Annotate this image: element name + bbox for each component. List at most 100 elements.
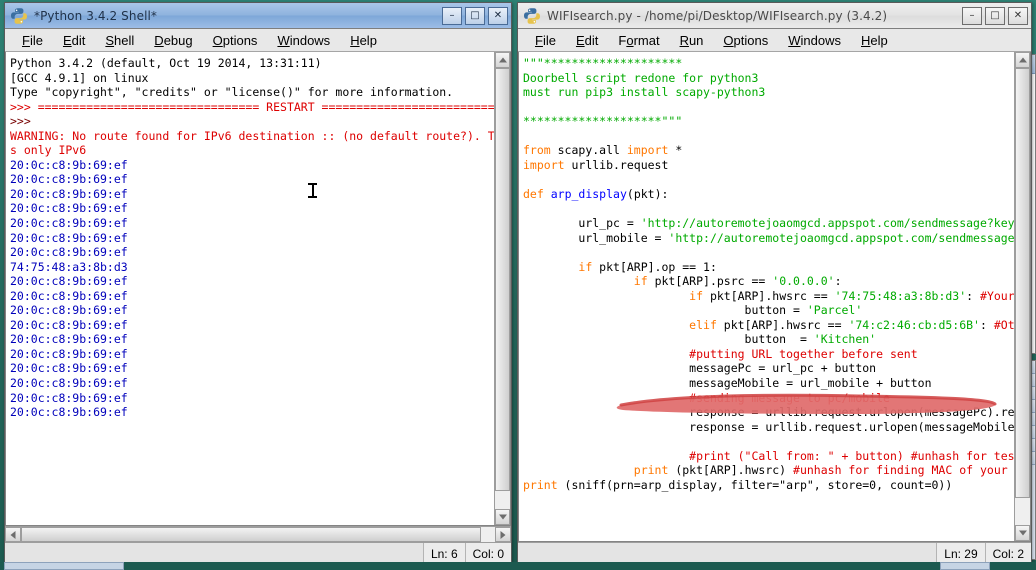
code-token: #Your button M: [980, 288, 1014, 303]
menu-item-run[interactable]: Run: [671, 31, 715, 50]
editor-code-pane[interactable]: """******************** Doorbell script …: [519, 52, 1014, 541]
minimize-button[interactable]: –: [962, 6, 982, 25]
shell-line: [GCC 4.9.1] on linux: [10, 70, 149, 85]
shell-line: 20:0c:c8:9b:69:ef: [10, 317, 128, 332]
shell-output-pane[interactable]: Python 3.4.2 (default, Oct 19 2014, 13:3…: [6, 52, 494, 525]
code-token: print: [633, 463, 669, 478]
scroll-up-icon[interactable]: [495, 52, 510, 68]
menu-item-edit[interactable]: Edit: [567, 31, 609, 50]
scrollbar-track[interactable]: [1015, 68, 1030, 525]
code-line: import urllib.request: [523, 158, 668, 172]
code-line: from scapy.all import *: [523, 143, 682, 157]
menu-item-help[interactable]: Help: [341, 31, 388, 50]
editor-vertical-scrollbar[interactable]: [1014, 52, 1030, 541]
menu-item-windows[interactable]: Windows: [779, 31, 852, 50]
minimize-button[interactable]: –: [442, 6, 462, 25]
scrollbar-track[interactable]: [495, 68, 510, 509]
scroll-down-icon[interactable]: [1015, 525, 1030, 541]
shell-titlebar[interactable]: *Python 3.4.2 Shell* – □ ✕: [5, 3, 511, 29]
taskbar-item[interactable]: [940, 562, 990, 570]
editor-menubar[interactable]: File Edit Format Run Options Windows Help: [518, 29, 1031, 52]
editor-body[interactable]: """******************** Doorbell script …: [518, 52, 1031, 542]
shell-line: Python 3.4.2 (default, Oct 19 2014, 13:3…: [10, 56, 322, 70]
shell-line: 20:0c:c8:9b:69:ef: [10, 361, 128, 376]
shell-body[interactable]: Python 3.4.2 (default, Oct 19 2014, 13:3…: [5, 52, 511, 526]
code-token: :: [980, 317, 994, 332]
scroll-up-icon[interactable]: [1015, 52, 1030, 68]
code-token: def: [523, 186, 544, 201]
code-line: print (pkt[ARP].hwsrc) #unhash for findi…: [523, 463, 1014, 477]
maximize-button[interactable]: □: [465, 6, 485, 25]
close-button[interactable]: ✕: [488, 6, 508, 25]
code-line: """********************: [523, 56, 682, 70]
shell-line: >>> ================================ RES…: [10, 99, 494, 114]
taskbar[interactable]: [0, 562, 1036, 570]
code-line: url_pc = 'http://autoremotejoaomgcd.apps…: [523, 216, 1014, 230]
code-token: (pkt[ARP].hwsrc): [668, 463, 794, 478]
scroll-right-icon[interactable]: [495, 527, 511, 542]
shell-menubar[interactable]: File Edit Shell Debug Options Windows Help: [5, 29, 511, 52]
menu-mnemonic: H: [861, 32, 871, 48]
scroll-down-icon[interactable]: [495, 509, 510, 525]
editor-column-indicator: Col: 2: [984, 543, 1031, 562]
menu-item-shell[interactable]: Shell: [96, 31, 145, 50]
code-token: #putting URL together before sent: [689, 346, 918, 361]
code-token: response = urllib.request.urlopen(messag…: [689, 419, 1014, 434]
menu-item-help[interactable]: Help: [852, 31, 899, 50]
menu-item-file[interactable]: File: [13, 31, 54, 50]
code-token: 'http://autoremotejoaomgcd.appspot.com/s…: [640, 216, 1014, 231]
code-token: response = urllib.request.urlopen(messag…: [523, 405, 1014, 420]
shell-horizontal-scrollbar[interactable]: [5, 526, 511, 542]
code-line: if pkt[ARP].hwsrc == '74:75:48:a3:8b:d3'…: [523, 289, 1014, 303]
menu-mnemonic: O: [723, 32, 734, 48]
scrollbar-track[interactable]: [21, 527, 495, 542]
scroll-left-icon[interactable]: [5, 527, 21, 542]
close-button[interactable]: ✕: [1008, 6, 1028, 25]
menu-item-options[interactable]: Options: [714, 31, 779, 50]
menu-item-file[interactable]: File: [526, 31, 567, 50]
code-line: if pkt[ARP].op == 1:: [523, 260, 716, 274]
menu-mnemonic: E: [62, 32, 72, 48]
shell-line: 20:0c:c8:9b:69:ef: [10, 376, 128, 391]
menu-mnemonic: D: [154, 32, 164, 48]
code-token: """********************: [523, 56, 683, 70]
shell-line: 20:0c:c8:9b:69:ef: [10, 216, 128, 231]
menu-item-windows[interactable]: Windows: [268, 31, 341, 50]
scrollbar-thumb[interactable]: [495, 68, 510, 492]
menu-item-format[interactable]: Format: [609, 31, 670, 50]
shell-line: 20:0c:c8:9b:69:ef: [10, 303, 128, 318]
shell-line: 20:0c:c8:9b:69:ef: [10, 157, 128, 172]
python-editor-window[interactable]: WIFIsearch.py - /home/pi/Desktop/WIFIsea…: [517, 2, 1032, 563]
shell-vertical-scrollbar[interactable]: [494, 52, 510, 525]
code-line: print (sniff(prn=arp_display, filter="ar…: [523, 478, 952, 492]
python-shell-window[interactable]: *Python 3.4.2 Shell* – □ ✕ File Edit Shell…: [4, 2, 512, 563]
code-token: if: [633, 274, 648, 289]
menu-mnemonic: S: [105, 32, 115, 48]
editor-titlebar[interactable]: WIFIsearch.py - /home/pi/Desktop/WIFIsea…: [518, 3, 1031, 29]
code-token: must run pip3 install scapy-python3: [523, 85, 766, 100]
desktop-background: *Python 3.4.2 Shell* – □ ✕ File Edit Shell…: [0, 0, 1036, 570]
scrollbar-thumb[interactable]: [21, 527, 481, 542]
shell-line: 20:0c:c8:9b:69:ef: [10, 288, 128, 303]
code-token: arp_display: [550, 186, 627, 201]
code-token: if: [689, 288, 704, 303]
shell-line: 74:75:48:a3:8b:d3: [10, 259, 128, 274]
code-token: '74:c2:46:cb:d5:6B': [848, 317, 980, 332]
code-token: #unhash for finding MAC of your button: [793, 463, 1008, 478]
menu-mnemonic: O: [212, 32, 223, 48]
editor-window-controls: – □ ✕: [962, 6, 1028, 25]
code-token: Doorbell script redone for python3: [523, 70, 759, 85]
menu-mnemonic: W: [277, 32, 290, 48]
shell-line: 20:0c:c8:9b:69:ef: [10, 405, 128, 420]
maximize-button[interactable]: □: [985, 6, 1005, 25]
taskbar-item[interactable]: [4, 562, 124, 570]
menu-item-debug[interactable]: Debug: [145, 31, 203, 50]
menu-item-edit[interactable]: Edit: [54, 31, 96, 50]
python-logo-icon: [10, 7, 28, 25]
menu-item-options[interactable]: Options: [204, 31, 269, 50]
code-line: def arp_display(pkt):: [523, 187, 668, 201]
scrollbar-thumb[interactable]: [1015, 68, 1030, 498]
code-line: url_mobile = 'http://autoremotejoaomgcd.…: [523, 231, 1014, 245]
